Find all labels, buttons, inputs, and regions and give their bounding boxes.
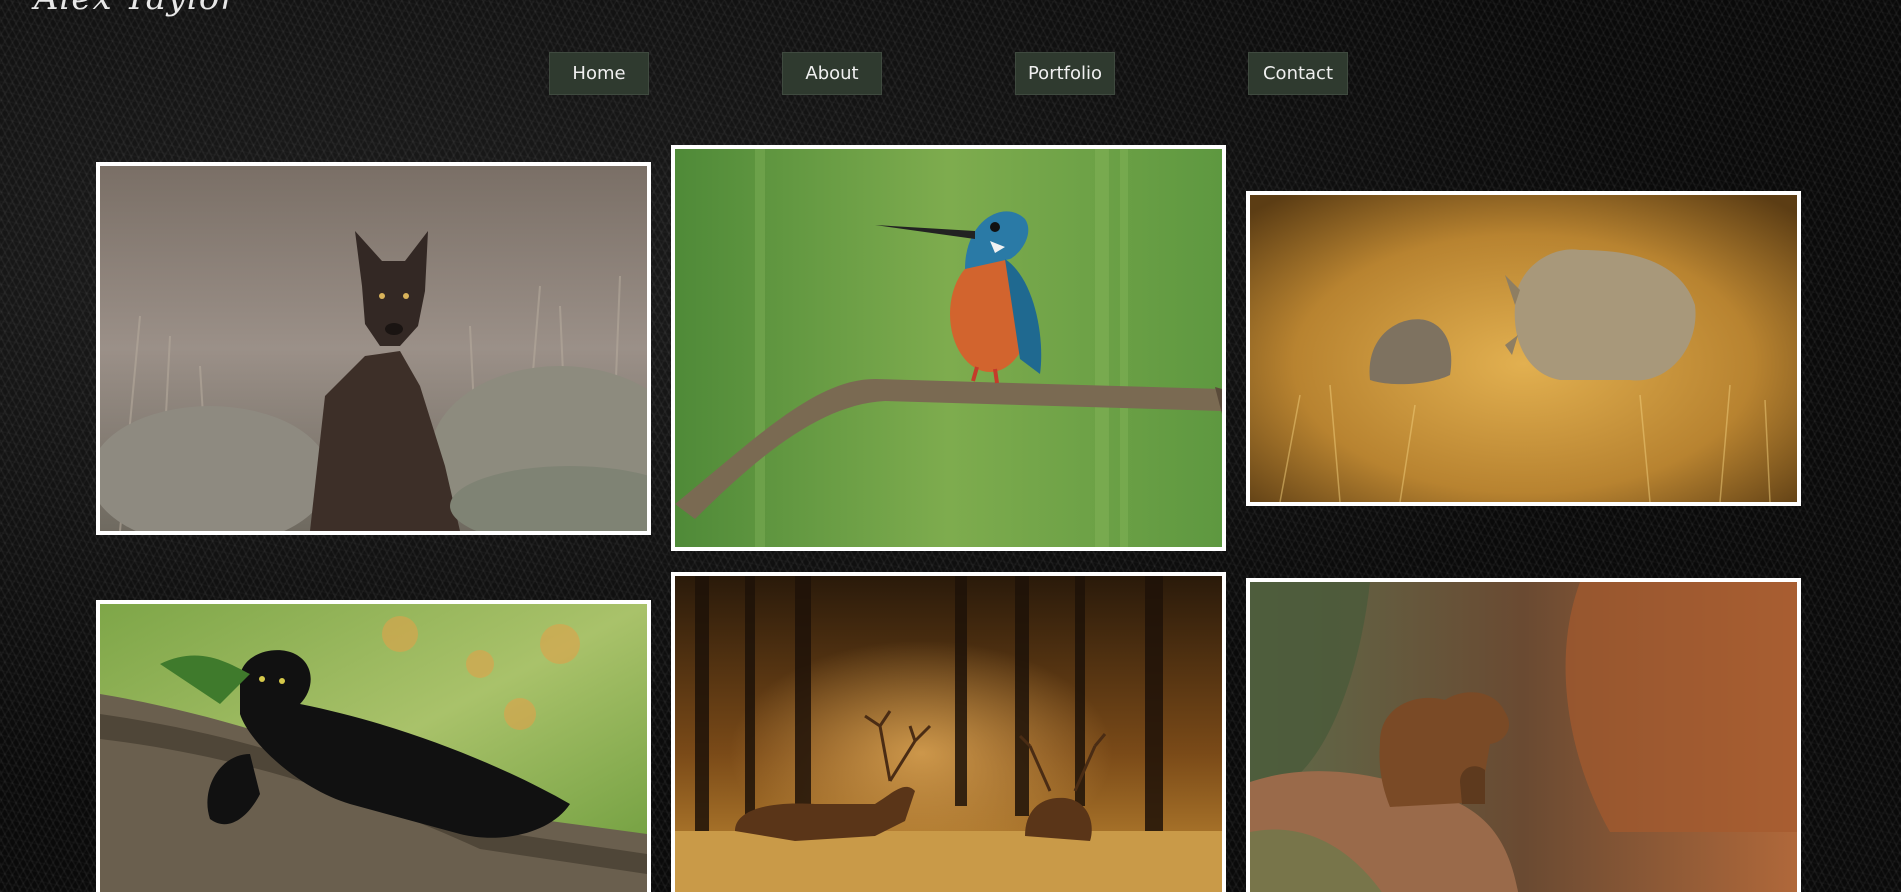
gallery-photo-elk[interactable] bbox=[671, 572, 1226, 892]
elk-image bbox=[675, 576, 1222, 892]
nav-contact-button[interactable]: Contact bbox=[1248, 52, 1348, 95]
gallery-photo-rhinos[interactable] bbox=[1246, 191, 1801, 506]
main-nav: Home About Portfolio Contact bbox=[549, 52, 1348, 95]
panther-image bbox=[100, 604, 647, 892]
gallery-photo-kingfisher[interactable] bbox=[671, 145, 1226, 551]
site-logo[interactable]: Alex Taylor bbox=[34, 0, 238, 18]
gallery-photo-bears[interactable] bbox=[1246, 578, 1801, 892]
wolf-image bbox=[100, 166, 647, 531]
gallery-photo-panther[interactable] bbox=[96, 600, 651, 892]
nav-about-button[interactable]: About bbox=[782, 52, 882, 95]
kingfisher-image bbox=[675, 149, 1222, 547]
nav-home-button[interactable]: Home bbox=[549, 52, 649, 95]
nav-portfolio-button[interactable]: Portfolio bbox=[1015, 52, 1115, 95]
rhinos-image bbox=[1250, 195, 1797, 502]
bears-image bbox=[1250, 582, 1797, 892]
gallery-photo-wolf[interactable] bbox=[96, 162, 651, 535]
